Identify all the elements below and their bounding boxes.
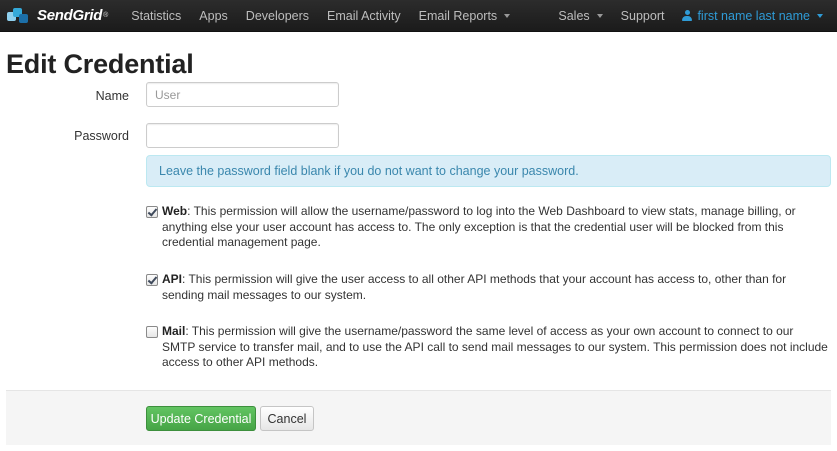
nav-support[interactable]: Support: [612, 0, 674, 32]
nav-developers[interactable]: Developers: [237, 0, 318, 32]
brand-home-link[interactable]: SendGrid ®: [0, 0, 108, 32]
page-title: Edit Credential: [6, 49, 194, 79]
nav-sales-label: Sales: [558, 8, 590, 23]
mail-permission-checkbox[interactable]: [146, 326, 158, 338]
password-info-text: Leave the password field blank if you do…: [159, 164, 579, 178]
web-permission-name: Web: [162, 204, 188, 218]
mail-permission-text: Mail: This permission will give the user…: [162, 324, 829, 371]
web-permission-checkbox[interactable]: [146, 206, 158, 218]
nav-developers-label: Developers: [245, 8, 310, 23]
brand-name: SendGrid: [37, 7, 103, 24]
cancel-button[interactable]: Cancel: [260, 406, 314, 431]
sendgrid-logo-icon: [7, 6, 33, 26]
password-label: Password: [74, 129, 129, 143]
nav-user-name: first name last name: [697, 8, 810, 23]
password-input[interactable]: [146, 123, 339, 148]
permission-mail: Mail: This permission will give the user…: [146, 324, 829, 371]
permission-web: Web: This permission will allow the user…: [146, 204, 829, 251]
nav-statistics[interactable]: Statistics: [122, 0, 190, 32]
nav-support-label: Support: [620, 8, 665, 23]
permission-api: API: This permission will give the user …: [146, 272, 829, 303]
chevron-down-icon: [596, 14, 603, 18]
mail-permission-name: Mail: [162, 324, 186, 338]
api-permission-checkbox[interactable]: [146, 274, 158, 286]
nav-statistics-label: Statistics: [131, 8, 182, 23]
top-navbar: SendGrid ® Statistics Apps Developers Em…: [0, 0, 837, 32]
user-icon: [682, 10, 693, 21]
name-input[interactable]: [146, 82, 339, 107]
nav-apps-label: Apps: [199, 8, 228, 23]
web-permission-text: Web: This permission will allow the user…: [162, 204, 829, 251]
chevron-down-icon: [504, 14, 511, 18]
nav-email-activity[interactable]: Email Activity: [318, 0, 410, 32]
api-permission-description: : This permission will give the user acc…: [162, 272, 787, 302]
nav-email-activity-label: Email Activity: [327, 8, 401, 23]
form-actions-bar: Update Credential Cancel: [6, 390, 831, 445]
nav-email-reports-dropdown[interactable]: Email Reports: [410, 0, 520, 32]
mail-permission-description: : This permission will give the username…: [162, 324, 828, 369]
api-permission-name: API: [162, 272, 183, 286]
chevron-down-icon: [817, 14, 823, 18]
brand-registered-mark: ®: [103, 12, 109, 19]
name-label: Name: [95, 89, 129, 103]
nav-email-reports-label: Email Reports: [418, 8, 498, 23]
password-info-alert: Leave the password field blank if you do…: [146, 155, 831, 187]
update-credential-button[interactable]: Update Credential: [146, 406, 256, 431]
nav-apps[interactable]: Apps: [190, 0, 237, 32]
nav-user-dropdown[interactable]: first name last name: [673, 0, 837, 32]
nav-sales-dropdown[interactable]: Sales: [549, 0, 611, 32]
api-permission-text: API: This permission will give the user …: [162, 272, 829, 303]
web-permission-description: : This permission will allow the usernam…: [162, 204, 796, 249]
